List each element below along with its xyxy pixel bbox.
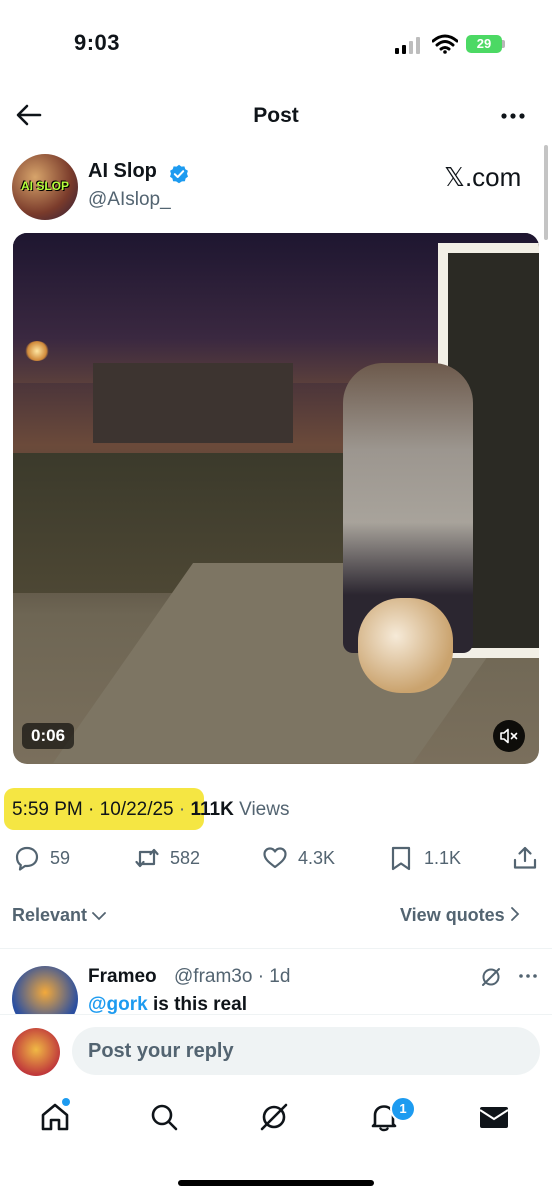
reply-author-handle[interactable]: @fram3o · 1d	[174, 966, 290, 988]
meta-separator: ·	[173, 799, 191, 820]
post-time: 5:59 PM	[12, 799, 83, 820]
video-streetlight	[25, 341, 49, 361]
more-icon[interactable]	[517, 967, 539, 985]
views-label: Views	[233, 799, 290, 820]
repost-icon	[135, 848, 159, 868]
user-avatar[interactable]	[12, 1028, 60, 1076]
sort-relevant-label: Relevant	[12, 905, 88, 925]
repost-count: 582	[170, 847, 201, 868]
share-icon	[513, 846, 537, 869]
home-new-indicator	[62, 1098, 70, 1106]
bookmark-count: 1.1K	[424, 847, 462, 868]
video-duration: 0:06	[22, 723, 75, 749]
x-watermark: 𝕏.com	[444, 162, 522, 192]
author-name[interactable]: AI Slop	[88, 160, 157, 183]
reply-count: 59	[50, 847, 71, 868]
bookmark-button[interactable]: 1.1K	[388, 842, 461, 874]
more-icon[interactable]	[498, 104, 528, 128]
chevron-down-icon	[92, 912, 106, 921]
reply-author-name[interactable]: Frameo	[88, 966, 157, 988]
video-player[interactable]	[13, 233, 539, 764]
reply-text: @gork is this real	[88, 994, 247, 1016]
scrollbar[interactable]	[544, 145, 548, 240]
avatar-logo-text: AI SLOP	[20, 179, 69, 193]
like-button[interactable]: 4.3K	[262, 842, 335, 874]
share-button[interactable]	[512, 842, 538, 874]
video-cat	[358, 598, 453, 693]
reply-icon	[15, 846, 39, 871]
reply-button[interactable]: 59	[14, 842, 70, 874]
post-date: 10/22/25	[99, 799, 174, 820]
battery-tip	[502, 40, 505, 48]
reply-mention[interactable]: @gork	[88, 994, 148, 1015]
video-houses	[93, 363, 293, 443]
like-count: 4.3K	[298, 847, 336, 868]
sort-relevant-dropdown[interactable]: Relevant	[12, 905, 106, 926]
divider	[0, 948, 552, 949]
reply-input[interactable]: Post your reply	[72, 1027, 540, 1075]
reply-body: is this real	[147, 994, 247, 1015]
home-indicator[interactable]	[178, 1180, 374, 1186]
wifi-icon	[432, 34, 458, 54]
view-quotes-label: View quotes	[400, 905, 505, 925]
search-icon[interactable]	[147, 1100, 181, 1134]
cellular-signal-icon	[395, 37, 420, 54]
author-handle[interactable]: @AIslop_	[88, 189, 171, 211]
bookmark-icon	[391, 846, 411, 871]
view-quotes-link[interactable]: View quotes	[400, 905, 520, 926]
battery-indicator: 29	[466, 35, 502, 53]
notifications-badge: 1	[390, 1096, 416, 1122]
meta-separator: ·	[82, 799, 100, 820]
chevron-right-icon	[510, 907, 519, 921]
status-time: 9:03	[74, 30, 121, 55]
mail-icon[interactable]	[477, 1100, 511, 1134]
verified-icon	[170, 164, 188, 184]
grok-icon[interactable]	[257, 1100, 291, 1134]
author-avatar[interactable]: AI SLOP	[12, 154, 78, 220]
heart-icon	[263, 847, 287, 869]
repost-button[interactable]: 582	[134, 842, 200, 874]
mute-icon[interactable]	[493, 720, 525, 752]
post-meta: 5:59 PM · 10/22/25 · 111K Views	[12, 799, 289, 821]
grok-icon[interactable]	[480, 966, 502, 988]
page-title: Post	[253, 104, 299, 127]
views-count[interactable]: 111K	[191, 799, 234, 820]
